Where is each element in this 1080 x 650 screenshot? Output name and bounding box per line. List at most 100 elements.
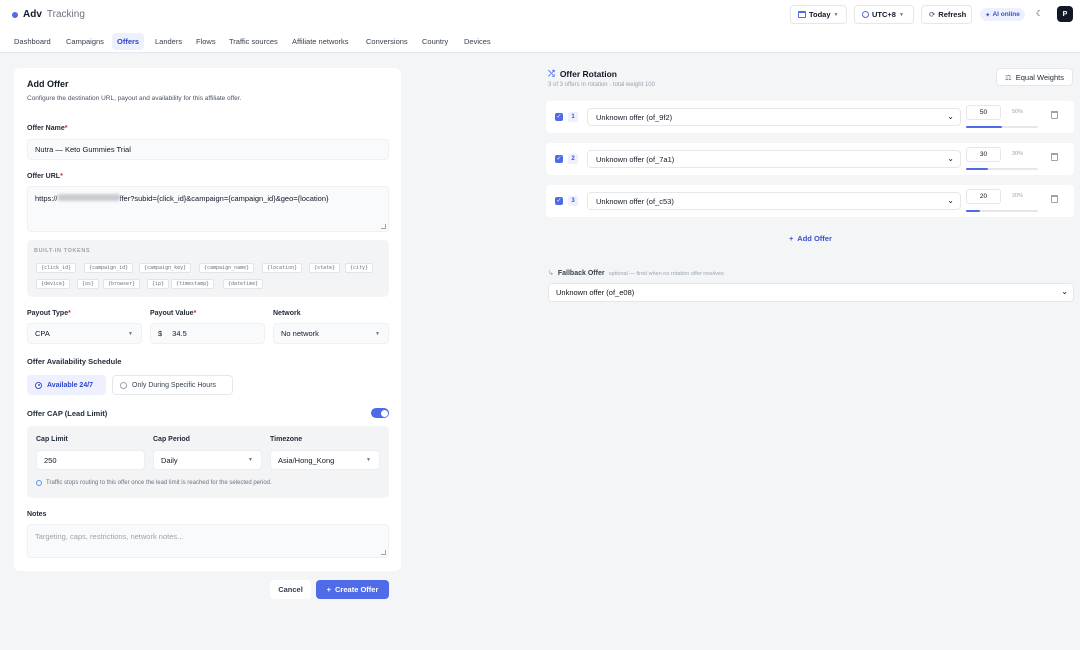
trash-icon[interactable] — [1051, 153, 1058, 161]
create-offer-label: Create Offer — [335, 585, 379, 594]
chevron-down-icon: ▼ — [366, 457, 371, 463]
avatar[interactable]: P — [1057, 6, 1073, 22]
ai-status-label: AI online — [992, 11, 1020, 18]
radio-icon — [120, 381, 127, 389]
timezone-select[interactable]: Asia/Hong_Kong ▼ — [270, 450, 380, 470]
radio-icon — [35, 381, 42, 389]
tab-offers[interactable]: Offers — [112, 33, 145, 50]
cancel-button[interactable]: Cancel — [270, 580, 311, 599]
network-select[interactable]: No network ▼ — [273, 323, 389, 344]
app-brand[interactable]: Adv Tracking — [12, 9, 85, 20]
payout-type-select[interactable]: CPA ▼ — [27, 323, 142, 344]
cap-toggle[interactable] — [371, 408, 389, 418]
token-chip[interactable]: {datetime} — [223, 279, 264, 289]
offer-select-value: Unknown offer (of_9f2) — [596, 112, 673, 122]
refresh-button[interactable]: ⟳ Refresh — [921, 5, 972, 24]
payout-type-label: Payout Type* — [27, 310, 71, 317]
chevron-down-icon: ⌄ — [947, 112, 954, 121]
token-chip[interactable]: {campaign_name} — [199, 263, 255, 273]
date-range-button[interactable]: Today ▼ — [790, 5, 847, 24]
schedule-hours-radio[interactable]: Only During Specific Hours — [112, 375, 233, 395]
fallback-offer-select[interactable]: Unknown offer (of_e08) ⌄ — [548, 283, 1074, 302]
built-in-tokens-panel: BUILT-IN TOKENS {click_id} {campaign_id}… — [27, 240, 389, 297]
offer-select[interactable]: Unknown offer (of_c53) ⌄ — [587, 192, 961, 210]
plus-icon: + — [326, 585, 332, 594]
offer-url-textarea[interactable]: https:// ffer?subid={click_id}&campaign={… — [27, 186, 389, 232]
notes-placeholder: Targeting, caps, restrictions, network n… — [35, 532, 184, 541]
fallback-hint: optional — fired when no rotation offer … — [608, 271, 724, 277]
trash-icon[interactable] — [1051, 195, 1058, 203]
rotation-row: ✓ 2 Unknown offer (of_7a1) ⌄ 30 30% — [546, 143, 1074, 175]
token-chip[interactable]: {ip} — [147, 279, 170, 289]
timezone-button[interactable]: UTC+8 ▼ — [854, 5, 914, 24]
weight-percent: 30% — [1012, 151, 1024, 157]
offer-select-value: Unknown offer (of_c53) — [596, 196, 674, 206]
tab-conversions[interactable]: Conversions — [361, 33, 413, 50]
cap-settings-panel: Cap Limit 250 Cap Period Daily ▼ Timezon… — [27, 426, 389, 498]
offer-select[interactable]: Unknown offer (of_9f2) ⌄ — [587, 108, 961, 126]
payout-type-value: CPA — [35, 329, 50, 338]
token-chip[interactable]: {browser} — [103, 279, 141, 289]
tab-traffic-sources[interactable]: Traffic sources — [224, 33, 283, 50]
token-chip[interactable]: {timestamp} — [171, 279, 215, 289]
tab-campaigns[interactable]: Campaigns — [61, 33, 109, 50]
schedule-always-radio[interactable]: Available 24/7 — [27, 375, 106, 395]
ai-status-badge[interactable]: ✦ AI online — [980, 8, 1025, 21]
equal-weights-button[interactable]: ⚖ Equal Weights — [996, 68, 1073, 86]
tab-affiliate-networks[interactable]: Affiliate networks — [287, 33, 354, 50]
brand-dot-icon — [12, 11, 18, 18]
cap-limit-input[interactable]: 250 — [36, 450, 145, 470]
tab-landers[interactable]: Landers — [150, 33, 187, 50]
cap-info: Traffic stops routing to this offer once… — [36, 480, 272, 486]
resize-grip-icon[interactable] — [381, 550, 386, 555]
scale-icon: ⚖ — [1005, 72, 1012, 82]
chevron-down-icon: ⌄ — [947, 154, 954, 163]
tab-devices[interactable]: Devices — [459, 33, 496, 50]
token-chip[interactable]: {city} — [345, 263, 374, 273]
token-chip[interactable]: {campaign_key} — [139, 263, 192, 273]
token-chip[interactable]: {click_id} — [36, 263, 77, 273]
checkbox-checked-icon[interactable]: ✓ — [555, 113, 563, 121]
weight-input[interactable]: 50 — [966, 105, 1001, 120]
cap-period-select[interactable]: Daily ▼ — [153, 450, 262, 470]
checkbox-checked-icon[interactable]: ✓ — [555, 197, 563, 205]
add-offer-button[interactable]: + Add Offer — [789, 234, 832, 243]
weight-bar — [966, 126, 1038, 128]
cap-info-text: Traffic stops routing to this offer once… — [46, 480, 272, 486]
timezone-label: UTC+8 — [872, 10, 896, 19]
schedule-hours-label: Only During Specific Hours — [132, 381, 217, 389]
form-title: Add Offer — [27, 79, 69, 89]
app-name: Adv — [23, 9, 42, 20]
payout-value-input[interactable]: $ 34.5 — [150, 323, 265, 344]
token-chip[interactable]: {os} — [77, 279, 100, 289]
create-offer-button[interactable]: + Create Offer — [316, 580, 389, 599]
payout-value: 34.5 — [172, 329, 187, 338]
offer-select[interactable]: Unknown offer (of_7a1) ⌄ — [587, 150, 961, 168]
weight-bar-fill — [966, 126, 1002, 128]
fallback-offer-value: Unknown offer (of_e08) — [556, 288, 635, 297]
notes-textarea[interactable]: Targeting, caps, restrictions, network n… — [27, 524, 389, 558]
weight-input[interactable]: 20 — [966, 189, 1001, 204]
globe-icon — [862, 11, 869, 18]
token-chip[interactable]: {campaign_id} — [84, 263, 134, 273]
tab-dashboard[interactable]: Dashboard — [9, 33, 56, 50]
checkbox-checked-icon[interactable]: ✓ — [555, 155, 563, 163]
weight-input[interactable]: 30 — [966, 147, 1001, 162]
equal-weights-label: Equal Weights — [1015, 72, 1064, 82]
fallback-label: ↳ Fallback Offer optional — fired when n… — [548, 269, 724, 277]
resize-grip-icon[interactable] — [381, 224, 386, 229]
token-chip[interactable]: {state} — [309, 263, 341, 273]
cap-period-value: Daily — [161, 455, 178, 465]
row-index: 2 — [568, 154, 578, 164]
refresh-icon: ⟳ — [929, 10, 936, 19]
schedule-always-label: Available 24/7 — [47, 381, 94, 389]
offer-name-input[interactable]: Nutra — Keto Gummies Trial — [27, 139, 389, 160]
notes-label: Notes — [27, 511, 47, 518]
token-chip[interactable]: {device} — [36, 279, 71, 289]
rotation-row: ✓ 1 Unknown offer (of_9f2) ⌄ 50 50% — [546, 101, 1074, 133]
token-chip[interactable]: {location} — [262, 263, 303, 273]
theme-toggle-icon[interactable]: ☾ — [1036, 10, 1044, 18]
tab-flows[interactable]: Flows — [191, 33, 221, 50]
tab-country[interactable]: Country — [417, 33, 453, 50]
trash-icon[interactable] — [1051, 111, 1058, 119]
